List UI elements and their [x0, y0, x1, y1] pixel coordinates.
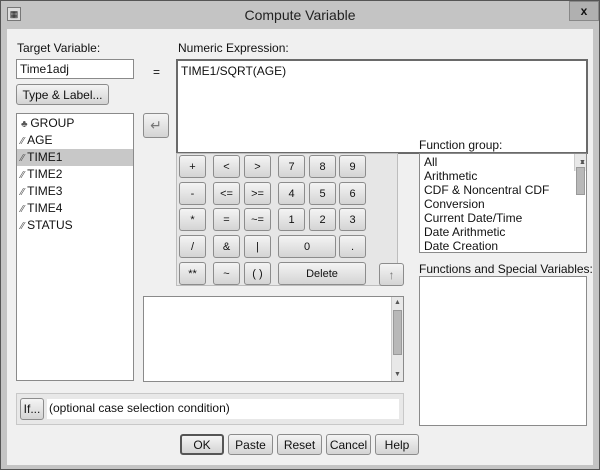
- keypad-key-pow[interactable]: **: [179, 262, 206, 285]
- scroll-down-icon[interactable]: ▼: [575, 154, 586, 171]
- keypad-key-plus[interactable]: +: [179, 155, 206, 178]
- keypad-key-div[interactable]: /: [179, 235, 206, 258]
- function-group-item[interactable]: Arithmetic: [420, 169, 586, 183]
- function-group-list[interactable]: All Arithmetic CDF & Noncentral CDF Convers…: [419, 153, 587, 253]
- if-condition-text: (optional case selection condition): [47, 399, 399, 419]
- arrow-left-icon: ↵: [150, 117, 162, 133]
- if-button[interactable]: If...: [20, 398, 44, 420]
- title-bar: ▦ Compute Variable x: [1, 1, 599, 29]
- variable-name: TIME2: [27, 167, 63, 181]
- compute-variable-dialog: ▦ Compute Variable x Target Variable: Ti…: [0, 0, 600, 470]
- function-group-item[interactable]: Current Date/Time: [420, 211, 586, 225]
- arrow-up-icon: ↑: [388, 267, 395, 282]
- scroll-down-icon[interactable]: ▼: [392, 369, 403, 381]
- keypad-key-ge[interactable]: >=: [244, 182, 271, 205]
- type-label-button[interactable]: Type & Label...: [16, 84, 109, 105]
- variable-list[interactable]: ♣ GROUP ⁄⁄ AGE ⁄⁄ TIME1 ⁄⁄ TIME2 ⁄⁄ TIME3 ⁄⁄ …: [16, 113, 134, 381]
- function-group-item[interactable]: All: [420, 155, 586, 169]
- keypad-key-k0[interactable]: 0: [278, 235, 336, 258]
- keypad-key-and[interactable]: &: [213, 235, 240, 258]
- variable-item[interactable]: ⁄⁄ TIME3: [17, 183, 133, 200]
- ok-button[interactable]: OK: [180, 434, 224, 455]
- numeric-expression-label: Numeric Expression:: [178, 41, 289, 55]
- target-variable-label: Target Variable:: [17, 41, 101, 55]
- variable-name: TIME4: [27, 201, 63, 215]
- function-group-label: Function group:: [419, 138, 503, 152]
- keypad-key-paren[interactable]: ( ): [244, 262, 271, 285]
- keypad-key-k7[interactable]: 7: [278, 155, 305, 178]
- close-button[interactable]: x: [569, 1, 599, 21]
- variable-name: AGE: [27, 133, 53, 147]
- keypad-key-or[interactable]: |: [244, 235, 271, 258]
- keypad-key-ne[interactable]: ~=: [244, 208, 271, 231]
- keypad-key-gt[interactable]: >: [244, 155, 271, 178]
- keypad-key-lt[interactable]: <: [213, 155, 240, 178]
- variable-item[interactable]: ⁄⁄ TIME4: [17, 200, 133, 217]
- calculator-keypad: + < >7 8 9 - <= >= 4 5 6 * = ~= 1 2 3 /& | 0. ** ~( ) Delete: [176, 153, 398, 286]
- nominal-icon: ♣: [21, 119, 31, 130]
- keypad-key-delete[interactable]: Delete: [278, 262, 366, 285]
- equals-sign: =: [153, 65, 161, 79]
- move-function-up-button[interactable]: ↑: [379, 263, 404, 286]
- variable-name: STATUS: [27, 218, 73, 232]
- variable-item[interactable]: ⁄⁄ TIME2: [17, 166, 133, 183]
- keypad-key-mul[interactable]: *: [179, 208, 206, 231]
- window-title: Compute Variable: [244, 7, 356, 23]
- keypad-key-k2[interactable]: 2: [309, 208, 336, 231]
- function-group-item[interactable]: Date Creation: [420, 239, 586, 253]
- move-to-expression-button[interactable]: ↵: [143, 113, 169, 138]
- cancel-button[interactable]: Cancel: [326, 434, 371, 455]
- keypad-key-not[interactable]: ~: [213, 262, 240, 285]
- if-condition-panel: If... (optional case selection condition…: [16, 393, 404, 425]
- variable-name: TIME3: [27, 184, 63, 198]
- function-description-box: ▲ ▼: [143, 296, 404, 382]
- functions-label: Functions and Special Variables:: [419, 262, 593, 276]
- target-variable-input[interactable]: Time1adj: [16, 59, 134, 79]
- variable-name: TIME1: [27, 150, 63, 164]
- keypad-key-dot[interactable]: .: [339, 235, 366, 258]
- keypad-key-k4[interactable]: 4: [278, 182, 305, 205]
- help-button[interactable]: Help: [375, 434, 419, 455]
- keypad-key-minus[interactable]: -: [179, 182, 206, 205]
- reset-button[interactable]: Reset: [277, 434, 322, 455]
- scrollbar[interactable]: ▲ ▼: [391, 297, 403, 381]
- keypad-key-eq[interactable]: =: [213, 208, 240, 231]
- dialog-body: Target Variable: Time1adj = Type & Label…: [7, 29, 593, 465]
- numeric-expression-input[interactable]: TIME1/SQRT(AGE): [176, 59, 588, 154]
- function-group-item[interactable]: Date Arithmetic: [420, 225, 586, 239]
- variable-item[interactable]: ⁄⁄ TIME1: [17, 149, 133, 166]
- keypad-key-k5[interactable]: 5: [309, 182, 336, 205]
- scroll-up-icon[interactable]: ▲: [392, 297, 403, 309]
- paste-button[interactable]: Paste: [228, 434, 273, 455]
- function-group-item[interactable]: CDF & Noncentral CDF: [420, 183, 586, 197]
- variable-item[interactable]: ⁄⁄ AGE: [17, 132, 133, 149]
- scrollbar[interactable]: ▲ ▼: [574, 154, 586, 195]
- keypad-key-k9[interactable]: 9: [339, 155, 366, 178]
- keypad-key-k1[interactable]: 1: [278, 208, 305, 231]
- keypad-key-k6[interactable]: 6: [339, 182, 366, 205]
- variable-name: GROUP: [30, 116, 75, 130]
- keypad-key-le[interactable]: <=: [213, 182, 240, 205]
- variable-item[interactable]: ♣ GROUP: [17, 115, 133, 132]
- functions-list[interactable]: [419, 276, 587, 426]
- keypad-key-k3[interactable]: 3: [339, 208, 366, 231]
- variable-item[interactable]: ⁄⁄ STATUS: [17, 217, 133, 234]
- function-group-item[interactable]: Conversion: [420, 197, 586, 211]
- keypad-key-k8[interactable]: 8: [309, 155, 336, 178]
